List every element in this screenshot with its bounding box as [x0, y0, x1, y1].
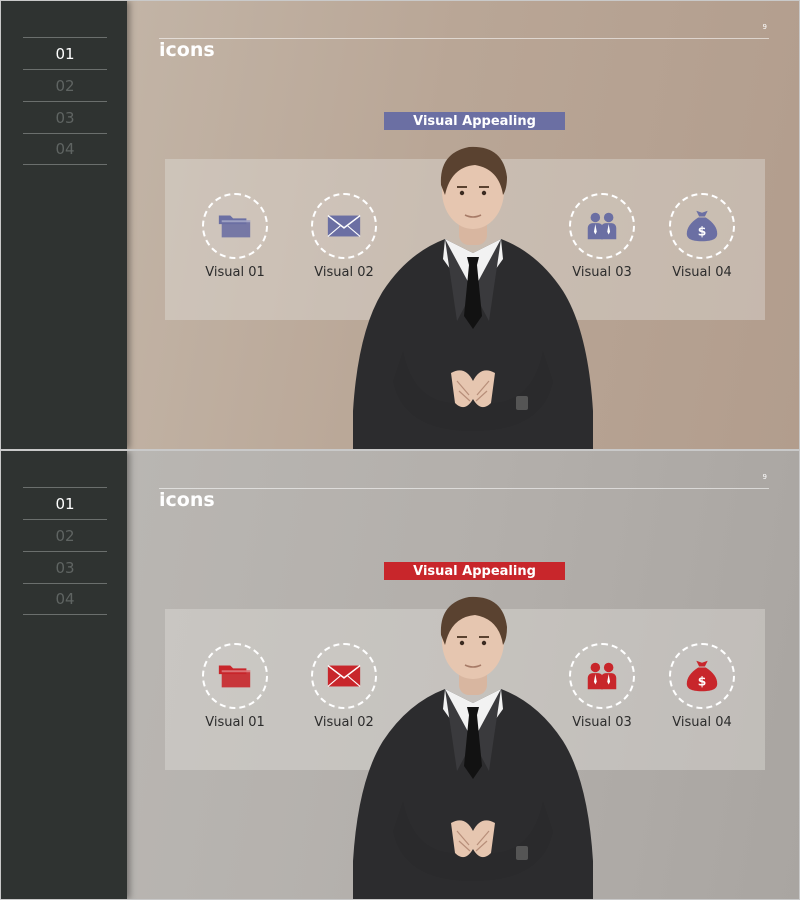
businessman-illustration	[353, 146, 593, 449]
money-bag-icon: $	[686, 210, 718, 242]
banner-label: Visual Appealing	[384, 112, 565, 130]
icon-ring	[202, 643, 268, 709]
icon-item-visual-04[interactable]: $ Visual 04	[647, 193, 757, 280]
folder-icon	[218, 665, 251, 688]
nav-item-02[interactable]: 02	[23, 519, 107, 551]
nav-item-02[interactable]: 02	[23, 69, 107, 101]
nav-item-04[interactable]: 04	[23, 133, 107, 165]
page-number: 9	[762, 23, 767, 31]
icon-ring	[202, 193, 268, 259]
header-divider	[159, 488, 769, 489]
nav-item-01[interactable]: 01	[23, 37, 107, 69]
money-bag-icon: $	[686, 660, 718, 692]
slide-content: icons 9 Visual Appealing Visual 01 Visua…	[127, 1, 799, 449]
icon-label: Visual 04	[672, 715, 732, 730]
businessman-photo	[353, 141, 593, 449]
slide-preview-purple: 01 02 03 04 icons 9 Visual Appealing Vis…	[0, 0, 800, 450]
slide-sidebar: 01 02 03 04	[1, 1, 127, 449]
svg-text:$: $	[698, 225, 707, 239]
slide-sidebar: 01 02 03 04	[1, 451, 127, 899]
nav-item-03[interactable]: 03	[23, 101, 107, 133]
nav-item-01[interactable]: 01	[23, 487, 107, 519]
section-nav: 01 02 03 04	[23, 37, 107, 165]
section-nav: 01 02 03 04	[23, 487, 107, 615]
nav-item-03[interactable]: 03	[23, 551, 107, 583]
icon-label: Visual 04	[672, 265, 732, 280]
slide-preview-red: 01 02 03 04 icons 9 Visual Appealing Vis…	[0, 450, 800, 900]
icon-item-visual-01[interactable]: Visual 01	[180, 643, 290, 730]
page-title: icons	[159, 489, 215, 511]
businessman-photo	[353, 591, 593, 899]
svg-text:$: $	[698, 675, 707, 689]
slide-content: icons 9 Visual Appealing Visual 01 Visua…	[127, 451, 799, 899]
icon-ring: $	[669, 193, 735, 259]
nav-item-04[interactable]: 04	[23, 583, 107, 615]
page-number: 9	[762, 473, 767, 481]
banner-label: Visual Appealing	[384, 562, 565, 580]
icon-ring: $	[669, 643, 735, 709]
icon-label: Visual 01	[205, 715, 265, 730]
header-divider	[159, 38, 769, 39]
icon-item-visual-04[interactable]: $ Visual 04	[647, 643, 757, 730]
icon-label: Visual 01	[205, 265, 265, 280]
businessman-illustration	[353, 596, 593, 899]
icon-item-visual-01[interactable]: Visual 01	[180, 193, 290, 280]
folder-icon	[218, 215, 251, 238]
page-title: icons	[159, 39, 215, 61]
